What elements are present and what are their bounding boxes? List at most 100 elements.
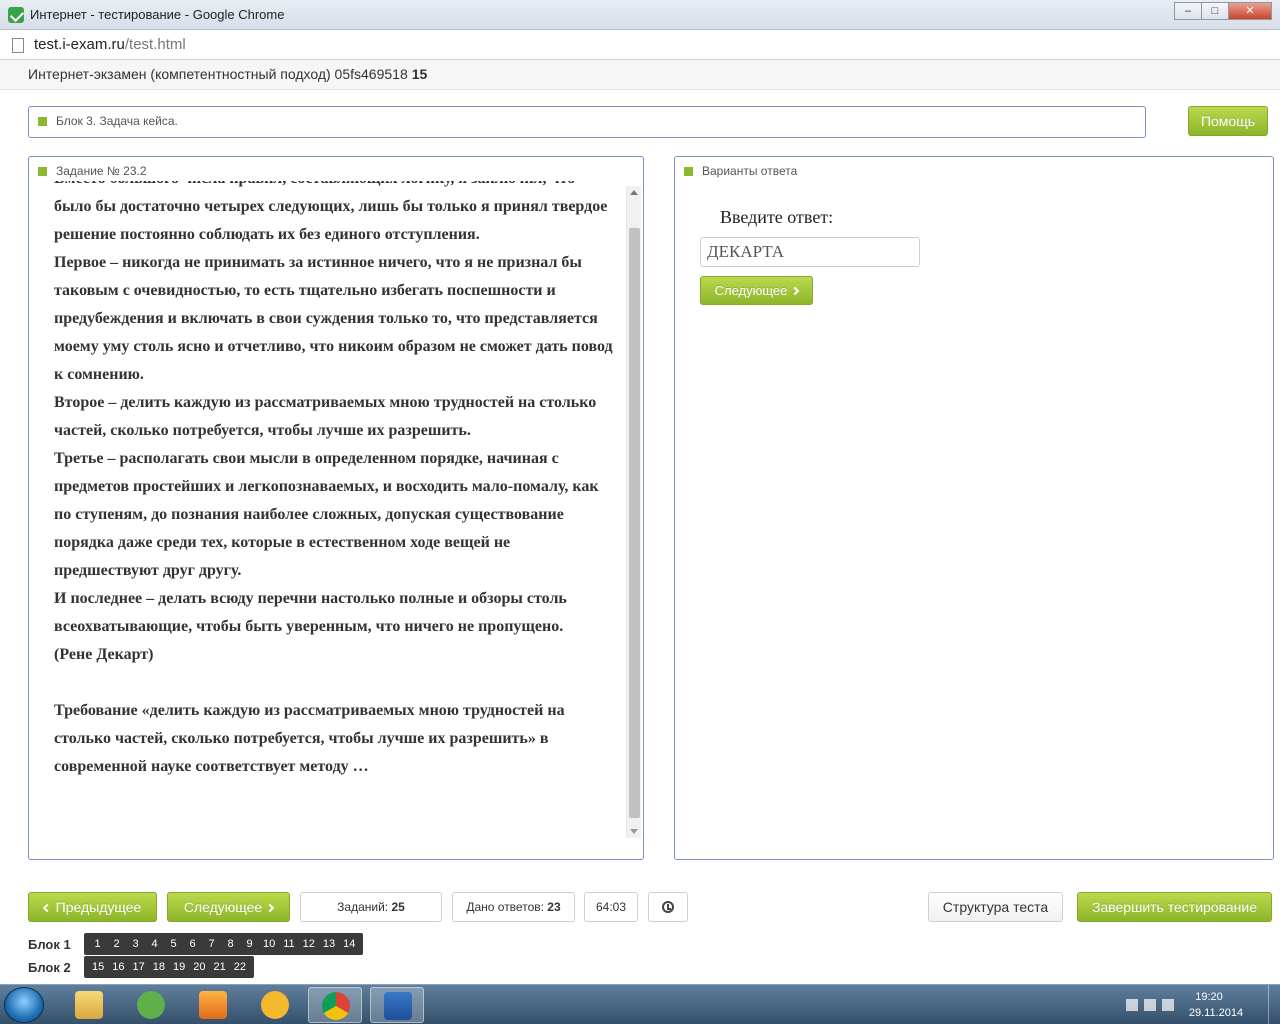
task-number-link[interactable]: 21: [210, 961, 230, 973]
previous-button[interactable]: Предыдущее: [28, 892, 157, 922]
task-number-link[interactable]: 2: [107, 938, 126, 950]
task-number-link[interactable]: 22: [230, 961, 250, 973]
exam-header-text: Интернет-экзамен (компетентностный подхо…: [28, 66, 427, 82]
url-host: test.i-exam.ru: [34, 36, 125, 53]
window-controls: – □ ✕: [1174, 2, 1272, 20]
task-number-link[interactable]: 15: [88, 961, 108, 973]
answer-input[interactable]: [700, 237, 920, 267]
task-scrollbar[interactable]: [626, 186, 641, 838]
task-number-link[interactable]: 11: [279, 938, 298, 950]
taskbar-utorrent[interactable]: [124, 987, 178, 1023]
chevron-left-icon: [42, 903, 51, 913]
page-icon: [12, 38, 24, 53]
block-label: Блок 3. Задача кейса.: [38, 114, 178, 128]
chevron-right-icon: [791, 286, 800, 296]
task-number-link[interactable]: 19: [169, 961, 189, 973]
task-number-link[interactable]: 9: [240, 938, 259, 950]
word-icon: [384, 992, 412, 1020]
task-number-link[interactable]: 8: [221, 938, 240, 950]
task-number-link[interactable]: 5: [164, 938, 183, 950]
show-desktop-button[interactable]: [1268, 985, 1280, 1024]
task-number-link[interactable]: 10: [259, 938, 279, 950]
tray-arrow-icon[interactable]: [1126, 999, 1138, 1011]
exam-number: 15: [411, 66, 428, 82]
taskbar-mail-agent[interactable]: [248, 987, 302, 1023]
chevron-right-icon: [265, 903, 275, 913]
task-paragraph: И последнее – делать всюду перечни насто…: [54, 590, 567, 635]
window-titlebar: Интернет - тестирование - Google Chrome …: [0, 0, 1280, 30]
url-text[interactable]: test.i-exam.ru/test.html: [34, 36, 186, 53]
green-square-icon: [38, 167, 47, 177]
answer-title: Варианты ответа: [684, 164, 797, 178]
taskbar-time[interactable]: 19:20: [1174, 991, 1244, 1003]
task-number-link[interactable]: 4: [145, 938, 164, 950]
task-number-link[interactable]: 18: [149, 961, 169, 973]
flag-icon[interactable]: [1162, 999, 1174, 1011]
scroll-up-arrow-icon[interactable]: [630, 190, 638, 195]
answer-next-label: Следующее: [714, 283, 788, 298]
task-number-link[interactable]: 6: [183, 938, 202, 950]
scroll-down-arrow-icon[interactable]: [630, 829, 638, 834]
task-paragraph: Второе – делить каждую из рассматриваемы…: [54, 394, 597, 439]
task-title-text: Задание № 23.2: [56, 164, 147, 178]
task-number-link[interactable]: 17: [129, 961, 149, 973]
task-title: Задание № 23.2: [38, 164, 147, 178]
green-square-icon: [38, 117, 47, 127]
answer-title-text: Варианты ответа: [702, 164, 798, 178]
media-player-icon: [199, 991, 227, 1019]
answer-next-button[interactable]: Следующее: [700, 276, 813, 305]
task-panel: Задание № 23.2 Вместо большого числа пра…: [28, 156, 644, 860]
clock-button[interactable]: [648, 892, 688, 922]
task-paragraph: Третье – располагать свои мысли в опреде…: [54, 450, 599, 579]
task-question: Требование «делить каждую из рассматрива…: [54, 702, 565, 775]
system-tray: 19:20 29.11.2014: [1120, 985, 1280, 1024]
scroll-thumb[interactable]: [629, 228, 640, 818]
task-number-link[interactable]: 13: [319, 938, 339, 950]
mail-agent-icon: [261, 991, 289, 1019]
utorrent-icon: [137, 991, 165, 1019]
block-task-list: 1 2 3 4 5 6 7 8 9 10 11 12 13 14: [84, 933, 364, 955]
block-label-box: Блок 3. Задача кейса.: [28, 106, 1146, 138]
network-icon[interactable]: [1144, 999, 1156, 1011]
taskbar-date[interactable]: 29.11.2014: [1176, 1007, 1256, 1019]
task-number-link[interactable]: 14: [339, 938, 359, 950]
tasks-count-value: 25: [391, 900, 405, 914]
block-row-2: Блок 2 15 16 17 18 19 20 21 22: [28, 956, 254, 978]
close-button[interactable]: ✕: [1228, 2, 1272, 20]
answers-count-value: 23: [547, 900, 561, 914]
previous-label: Предыдущее: [55, 899, 142, 915]
task-text: Вместо большого числа правил, составляющ…: [54, 181, 614, 781]
block-task-list: 15 16 17 18 19 20 21 22: [84, 956, 254, 978]
task-number-link[interactable]: 16: [108, 961, 128, 973]
task-number-link[interactable]: 3: [126, 938, 145, 950]
next-label: Следующее: [183, 899, 263, 915]
start-button[interactable]: [4, 987, 44, 1023]
taskbar-word[interactable]: [370, 987, 424, 1023]
block-row-1: Блок 1 1 2 3 4 5 6 7 8 9 10 11 12 13 14: [28, 933, 364, 955]
task-number-link[interactable]: 12: [299, 938, 319, 950]
structure-button[interactable]: Структура теста: [928, 892, 1063, 922]
chrome-icon: [322, 992, 350, 1020]
finish-button[interactable]: Завершить тестирование: [1077, 892, 1272, 922]
task-scroll-area[interactable]: Вместо большого числа правил, составляющ…: [30, 181, 642, 851]
exam-header: Интернет-экзамен (компетентностный подхо…: [0, 60, 1280, 90]
task-number-link[interactable]: 1: [88, 938, 107, 950]
task-number-link[interactable]: 7: [202, 938, 221, 950]
next-button[interactable]: Следующее: [167, 892, 290, 922]
block-row-label: Блок 2: [28, 959, 71, 975]
tasks-count-box: Заданий: 25: [300, 892, 442, 922]
window-title: Интернет - тестирование - Google Chrome: [30, 7, 285, 22]
chrome-app-icon: [8, 7, 24, 23]
timer-box: 64:03: [584, 892, 638, 922]
task-number-link[interactable]: 20: [189, 961, 209, 973]
task-author: (Рене Декарт): [54, 646, 154, 663]
taskbar-media-player[interactable]: [186, 987, 240, 1023]
taskbar-chrome[interactable]: [308, 987, 362, 1023]
taskbar-explorer[interactable]: [62, 987, 116, 1023]
exam-title: Интернет-экзамен (компетентностный подхо…: [28, 66, 408, 82]
address-bar[interactable]: test.i-exam.ru/test.html: [0, 30, 1280, 60]
block-label-text: Блок 3. Задача кейса.: [56, 114, 178, 128]
help-button[interactable]: Помощь: [1188, 106, 1268, 136]
minimize-button[interactable]: –: [1174, 2, 1202, 20]
maximize-button[interactable]: □: [1201, 2, 1229, 20]
